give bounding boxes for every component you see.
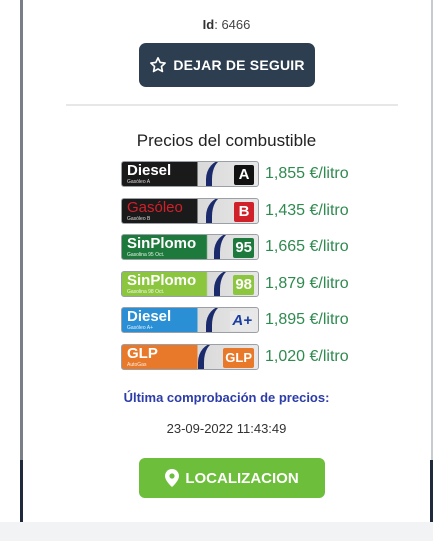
fuel-badge-letter: A: [234, 165, 254, 185]
price-row-gasoleo-b: Gasóleo Gasóleo B B 1,435 €/litro: [121, 198, 349, 224]
fuel-badge-name: GLP: [127, 345, 158, 362]
fuel-price: 1,879 €/litro: [265, 275, 349, 292]
unfollow-button[interactable]: DEJAR DE SEGUIR: [139, 43, 315, 87]
fuel-badge-name: Diesel: [127, 162, 172, 179]
fuel-badge-glp: GLP AutoGas GLP: [121, 344, 259, 370]
fuel-badge-swoosh: [198, 345, 226, 369]
fuel-badge-swoosh: [206, 199, 234, 223]
fuel-badge-sub: Gasóleo B: [127, 216, 151, 222]
fuel-badge-name: SinPlomo: [127, 235, 197, 252]
price-row-sinplomo-98: SinPlomo Gasolina 98 Oct. 98 1,879 €/lit…: [121, 271, 349, 297]
fuel-badge-name: Diesel: [127, 308, 172, 325]
fuel-badge-letter: A+: [230, 311, 254, 331]
fuel-price: 1,665 €/litro: [265, 238, 349, 255]
fuel-badge-sub: Gasóleo A+: [127, 325, 153, 331]
fuel-badge-sub: Gasolina 98 Oct.: [127, 289, 165, 295]
fuel-badge-sinplomo-98: SinPlomo Gasolina 98 Oct. 98: [121, 271, 259, 297]
fuel-badge-letter: 98: [233, 275, 254, 295]
fuel-badge-letter: 95: [233, 238, 254, 258]
locate-button[interactable]: LOCALIZACION: [139, 458, 325, 498]
star-outline-icon: [150, 57, 167, 73]
fuel-badge-sub: Gasóleo A: [127, 179, 151, 185]
background-bottom: [0, 522, 433, 541]
divider: [66, 104, 398, 106]
fuel-badge-diesel-a: Diesel Gasóleo A A: [121, 161, 259, 187]
map-marker-icon: [165, 469, 180, 487]
fuel-badge-sub: AutoGas: [127, 362, 147, 368]
fuel-badge-name: SinPlomo: [127, 272, 197, 289]
unfollow-button-label: DEJAR DE SEGUIR: [173, 57, 305, 73]
fuel-badge-letter: GLP: [223, 348, 254, 368]
fuel-badge-sub: Gasolina 95 Oct.: [127, 252, 165, 258]
price-row-diesel-a: Diesel Gasóleo A A 1,855 €/litro: [121, 161, 349, 187]
station-id-label: Id: [202, 17, 215, 32]
last-check-datetime: 23-09-2022 11:43:49: [166, 421, 287, 436]
price-row-glp: GLP AutoGas GLP 1,020 €/litro: [121, 344, 349, 370]
fuel-price: 1,435 €/litro: [265, 202, 349, 219]
fuel-badge-gasoleo-b: Gasóleo Gasóleo B B: [121, 198, 259, 224]
prices-title: Precios del combustible: [136, 131, 317, 150]
locate-button-label: LOCALIZACION: [185, 469, 299, 487]
fuel-price: 1,855 €/litro: [265, 165, 349, 182]
background-left: [0, 0, 21, 541]
fuel-badge-name: Gasóleo: [127, 199, 183, 216]
station-id: Id: 6466: [202, 17, 251, 32]
fuel-badge-letter: B: [234, 202, 254, 222]
station-card: Id: 6466 DEJAR DE SEGUIR Precios del com…: [23, 0, 430, 522]
fuel-price: 1,020 €/litro: [265, 348, 349, 365]
station-id-value: 6466: [221, 17, 251, 32]
price-row-sinplomo-95: SinPlomo Gasolina 95 Oct. 95 1,665 €/lit…: [121, 234, 349, 260]
fuel-badge-diesel-a-plus: Diesel Gasóleo A+ A+: [121, 307, 259, 333]
price-row-diesel-a-plus: Diesel Gasóleo A+ A+ 1,895 €/litro: [121, 307, 349, 333]
fuel-badge-swoosh: [206, 162, 234, 186]
fuel-badge-sinplomo-95: SinPlomo Gasolina 95 Oct. 95: [121, 234, 259, 260]
fuel-price: 1,895 €/litro: [265, 311, 349, 328]
last-check-label: Última comprobación de precios:: [123, 390, 330, 405]
